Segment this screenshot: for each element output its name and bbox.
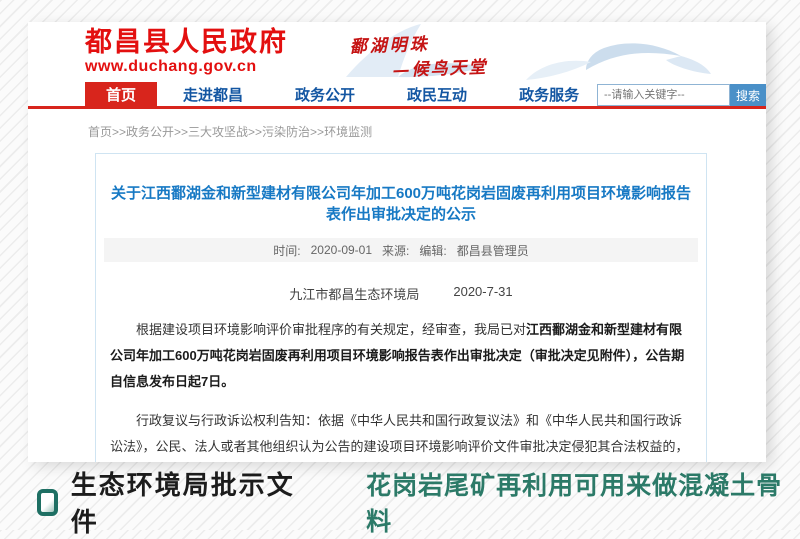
site-logo[interactable]: 都昌县人民政府 www.duchang.gov.cn xyxy=(85,28,288,75)
search-input[interactable] xyxy=(597,84,730,106)
issuing-agency: 九江市都昌生态环境局 xyxy=(289,284,419,303)
meta-editor-label: 编辑: xyxy=(419,242,446,259)
caption-title: 生态环境局批示文件 xyxy=(71,465,318,539)
article-body: 根据建设项目环境影响评价审批程序的有关规定，经审查，我局已对江西鄱湖金和新型建材… xyxy=(96,317,706,462)
slogan-line2: —候鸟天堂 xyxy=(392,53,488,81)
site-banner: 都昌县人民政府 www.duchang.gov.cn 鄱湖明珠 —候鸟天堂 xyxy=(28,22,766,82)
site-url: www.duchang.gov.cn xyxy=(85,58,288,76)
site-slogan: 鄱湖明珠 —候鸟天堂 xyxy=(349,28,488,82)
main-nav: 首页 走进都昌 政务公开 政民互动 政务服务 搜索 xyxy=(28,82,766,109)
search-button[interactable]: 搜索 xyxy=(730,84,766,106)
paragraph-approval: 根据建设项目环境影响评价审批程序的有关规定，经审查，我局已对江西鄱湖金和新型建材… xyxy=(110,317,692,395)
breadcrumb[interactable]: 首页>>政务公开>>三大攻坚战>>污染防治>>环境监测 xyxy=(28,109,766,153)
nav-item-about[interactable]: 走进都昌 xyxy=(157,82,269,106)
nav-item-interaction[interactable]: 政民互动 xyxy=(381,82,493,106)
search-bar: 搜索 xyxy=(597,84,766,106)
site-name: 都昌县人民政府 xyxy=(85,28,288,58)
document-date: 2020-7-31 xyxy=(453,284,512,303)
website-screenshot: 都昌县人民政府 www.duchang.gov.cn 鄱湖明珠 —候鸟天堂 首页… xyxy=(28,22,766,462)
nav-item-services[interactable]: 政务服务 xyxy=(493,82,605,106)
paragraph-approval-lead: 根据建设项目环境影响评价审批程序的有关规定，经审查，我局已对 xyxy=(136,322,526,337)
meta-editor-value: 都昌县管理员 xyxy=(457,242,529,259)
document-badge-icon xyxy=(37,489,58,516)
nav-item-home[interactable]: 首页 xyxy=(85,82,157,106)
caption-note: 花岗岩尾矿再利用可用来做混凝土骨料 xyxy=(366,466,800,538)
article-panel: 关于江西鄱湖金和新型建材有限公司年加工600万吨花岗岩固废再利用项目环境影响报告… xyxy=(95,153,707,462)
article-title: 关于江西鄱湖金和新型建材有限公司年加工600万吨花岗岩固废再利用项目环境影响报告… xyxy=(110,182,692,224)
article-meta: 时间: 2020-09-01 来源: 编辑: 都昌县管理员 xyxy=(104,238,698,262)
meta-time-label: 时间: xyxy=(273,242,300,259)
document-header: 九江市都昌生态环境局 2020-7-31 xyxy=(96,284,706,303)
paragraph-rights-notice: 行政复议与行政诉讼权利告知：依据《中华人民共和国行政复议法》和《中华人民共和国行… xyxy=(110,408,692,462)
meta-time-value: 2020-09-01 xyxy=(311,243,372,257)
meta-source-label: 来源: xyxy=(382,242,409,259)
image-caption: 生态环境局批示文件 花岗岩尾矿再利用可用来做混凝土骨料 xyxy=(0,474,800,530)
nav-item-gov-affairs[interactable]: 政务公开 xyxy=(269,82,381,106)
